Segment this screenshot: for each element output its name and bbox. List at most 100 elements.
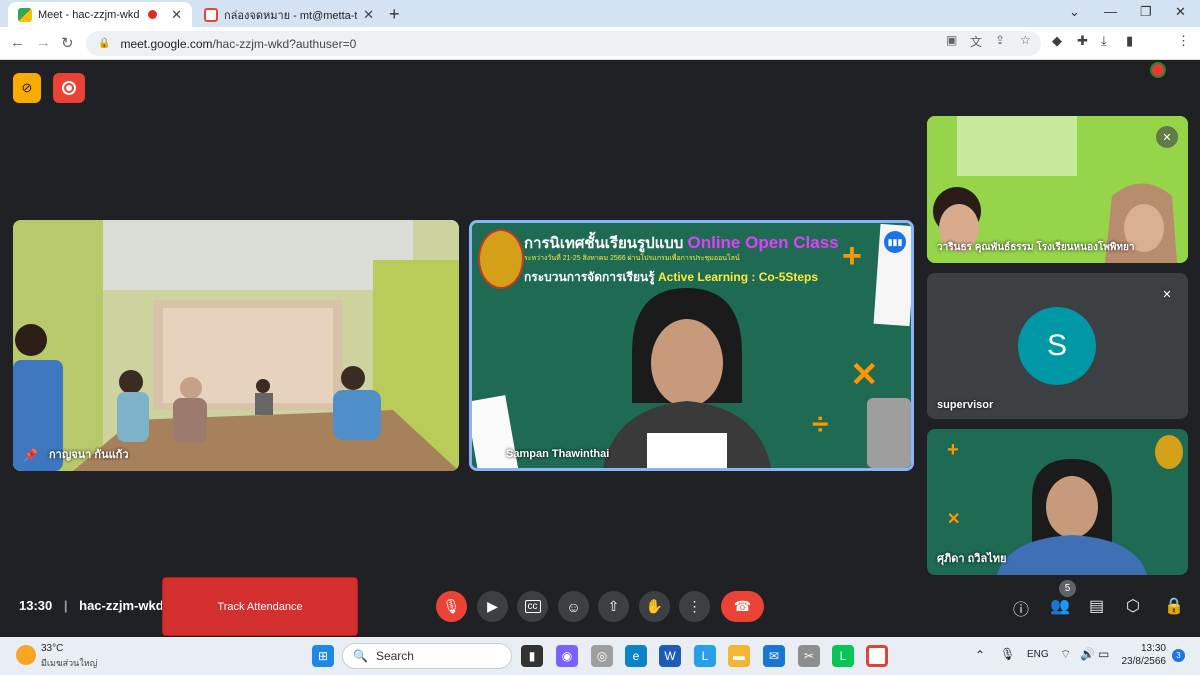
tab-gmail[interactable]: กล่องจดหมาย - mt@metta-tt.info - ✕ (194, 2, 384, 27)
windows-taskbar: 33°C มีเมฆส่วนใหญ่ ⊞ 🔍 Search ▮ ◉ ◎ e W … (0, 637, 1200, 675)
raise-hand-button[interactable]: ✋ (639, 591, 670, 622)
meeting-code: hac-zzjm-wkd (79, 598, 164, 613)
file-explorer-icon[interactable]: ▬ (728, 645, 750, 667)
camera-icon: ▶ (487, 598, 498, 614)
classroom-video (13, 220, 459, 471)
recording-indicator-icon (148, 10, 158, 19)
notification-badge[interactable]: 3 (1172, 649, 1185, 662)
host-controls-icon[interactable]: 🔒 (1164, 596, 1184, 616)
record-icon (62, 81, 76, 95)
wifi-icon[interactable]: ⌔ (1060, 647, 1071, 662)
reload-icon[interactable]: ↻ (61, 34, 74, 52)
camera-off-warning-icon[interactable]: ⊘ (13, 73, 41, 103)
word-icon[interactable]: W (659, 645, 681, 667)
snipping-tool-icon[interactable]: ✂ (798, 645, 820, 667)
new-tab-button[interactable]: + (389, 4, 400, 25)
times-decoration-icon: ✕ (850, 356, 879, 394)
speaking-indicator-icon: ▮▮▮ (884, 231, 906, 253)
browser-chrome: Meet - hac-zzjm-wkd ✕ กล่องจดหมาย - mt@m… (0, 0, 1200, 78)
address-bar[interactable]: 🔒 meet.google.com/hac-zzjm-wkd?authuser=… (86, 31, 1041, 56)
mic-off-icon: ✕ (1156, 283, 1178, 305)
slide-title: การนิเทศชั้นเรียนรูปแบบ Online Open Clas… (524, 233, 839, 252)
captions-icon: cc (524, 600, 541, 613)
extension-icon[interactable]: ◆ (1052, 33, 1062, 49)
participant-tile-supervisor[interactable]: ✕ S supervisor (927, 273, 1188, 419)
weather-desc: มีเมฆส่วนใหญ่ (41, 658, 98, 668)
slide-date-line: ระหว่างวันที่ 21-25 สิงหาคม 2566 ผ่านโปร… (524, 255, 740, 262)
language-indicator[interactable]: ENG (1027, 649, 1049, 660)
line-icon[interactable]: L (832, 645, 854, 667)
school-emblem-icon (478, 229, 524, 289)
meeting-info: 13:30 | hac-zzjm-wkd (19, 598, 164, 613)
clock-date[interactable]: 23/8/2566 (1120, 656, 1167, 667)
mic-off-icon: 🎙 (442, 598, 461, 614)
camera-in-use-icon[interactable]: ▣ (946, 33, 957, 47)
battery-icon[interactable]: ▭ (1098, 647, 1109, 661)
search-icon: 🔍 (353, 649, 368, 663)
profile-avatar[interactable] (1150, 62, 1166, 78)
back-icon[interactable]: ← (10, 34, 25, 51)
edge-icon[interactable]: e (625, 645, 647, 667)
l-app-icon[interactable]: L (694, 645, 716, 667)
close-window-icon[interactable]: ✕ (1175, 4, 1186, 20)
presenter-video (603, 288, 771, 468)
app-icon[interactable]: ◎ (591, 645, 613, 667)
side-panel-icon[interactable]: ▮ (1126, 33, 1133, 49)
teams-chat-icon[interactable]: ◉ (556, 645, 578, 667)
clock-time[interactable]: 13:30 (1134, 643, 1166, 654)
windows-start-icon[interactable]: ⊞ (312, 645, 334, 667)
more-options-button[interactable]: ⋮ (679, 591, 710, 622)
url-path: /hac-zzjm-wkd?authuser=0 (212, 36, 357, 51)
microphone-icon[interactable]: 🎙 (1000, 647, 1015, 661)
weather-temp[interactable]: 33°C (41, 643, 63, 654)
participant-tile-suphida[interactable]: + ✕ ศุภิดา ถวิลไทย (927, 429, 1188, 575)
close-tab-icon[interactable]: ✕ (171, 7, 182, 23)
share-icon[interactable]: ⇪ (995, 33, 1005, 47)
present-button[interactable]: ⇧ (598, 591, 629, 622)
task-view-icon[interactable]: ▮ (521, 645, 543, 667)
hang-up-icon: ☎ (733, 598, 752, 614)
chat-icon[interactable]: ▤ (1089, 596, 1104, 616)
mic-toggle-button[interactable]: 🎙 (436, 591, 467, 622)
menu-kebab-icon[interactable]: ⋮ (1177, 33, 1190, 49)
times-decoration-icon: ✕ (947, 511, 961, 528)
forward-icon[interactable]: → (36, 34, 51, 51)
leave-call-button[interactable]: ☎ (721, 591, 764, 622)
meeting-details-icon[interactable]: ⓘ (1013, 596, 1029, 620)
tab-title: Meet - hac-zzjm-wkd (38, 8, 140, 21)
activities-icon[interactable]: ⬡ (1126, 596, 1140, 616)
participant-tile-sampan[interactable]: การนิเทศชั้นเรียนรูปแบบ Online Open Clas… (469, 220, 914, 471)
weather-icon[interactable] (16, 645, 36, 665)
participant-count-badge: 5 (1059, 580, 1076, 597)
participant-name: supervisor (937, 399, 994, 411)
participant-tile-kanchana[interactable]: 📌 กาญจนา กันแก้ว (13, 220, 459, 471)
reactions-button[interactable]: ☺ (558, 591, 589, 622)
mail-icon[interactable]: ✉ (763, 645, 785, 667)
recording-button[interactable] (53, 73, 85, 103)
download-icon[interactable]: ⤓ (1101, 33, 1107, 49)
mic-off-icon: ✕ (1156, 126, 1178, 148)
track-attendance-button[interactable]: Track Attendance (162, 577, 358, 636)
participant-video (997, 459, 1147, 575)
tab-meet[interactable]: Meet - hac-zzjm-wkd ✕ (8, 2, 192, 27)
pin-icon[interactable]: 📌 (23, 448, 38, 462)
meeting-time: 13:30 (19, 598, 53, 613)
translate-icon[interactable]: 文 (970, 33, 982, 50)
minimize-icon[interactable]: — (1104, 4, 1117, 19)
plus-decoration-icon: + (947, 439, 959, 461)
volume-icon[interactable]: 🔊 (1080, 647, 1095, 661)
maximize-icon[interactable]: ❐ (1140, 4, 1152, 20)
camera-toggle-button[interactable]: ▶ (477, 591, 508, 622)
hand-icon: ✋ (645, 598, 664, 614)
taskbar-search[interactable]: 🔍 Search (342, 643, 512, 669)
captions-button[interactable]: cc (517, 591, 548, 622)
tab-search-icon[interactable]: ⌄ (1069, 4, 1080, 20)
people-icon[interactable]: 👥 (1050, 596, 1070, 616)
lock-icon[interactable]: 🔒 (98, 38, 110, 49)
puzzle-extensions-icon[interactable]: ✚ (1077, 33, 1088, 49)
close-tab-icon[interactable]: ✕ (363, 7, 374, 23)
bookmark-star-icon[interactable]: ☆ (1020, 33, 1031, 47)
show-hidden-icons[interactable]: ⌃ (975, 648, 985, 662)
chrome-icon[interactable] (866, 645, 888, 667)
participant-tile-warinthorn[interactable]: ✕ วารินธร คุณพันธ์ธรรม โรงเรียนหนองโพพิท… (927, 116, 1188, 263)
